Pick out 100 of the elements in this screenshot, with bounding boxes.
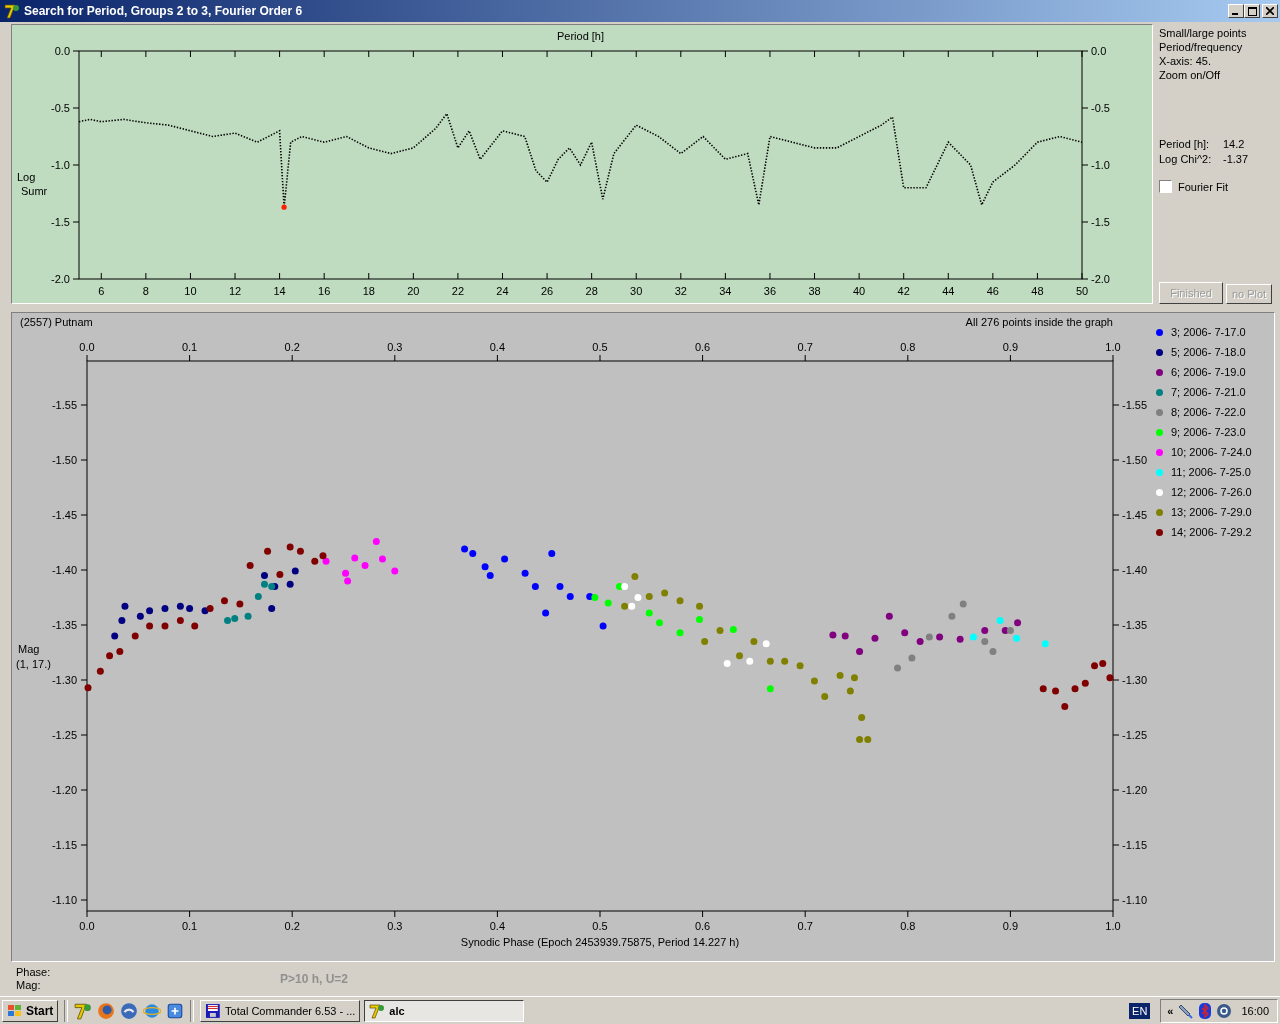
axis-tick-label: -1.15 [1122, 839, 1148, 851]
axis-tick-label: 1.0 [1105, 920, 1121, 932]
axis-tick-label: 0.9 [1002, 341, 1019, 353]
axis-tick-label: -1.0 [51, 159, 70, 171]
axis-tick-label: 14 [273, 285, 286, 297]
axis-tick-label: 12 [228, 285, 242, 297]
legend-label: 12; 2006- 7-26.0 [1171, 486, 1252, 498]
axis-tick-label: 0.5 [592, 920, 608, 932]
axis-tick-label: 0.0 [1091, 45, 1107, 57]
axis-tick-label: 50 [1075, 285, 1089, 297]
chart-title: Period [h] [556, 30, 605, 42]
object-name: (2557) Putnam [20, 316, 93, 328]
axis-tick-label: 0.7 [797, 920, 813, 932]
axis-tick-label: 0.8 [900, 920, 916, 932]
axis-label: Mag (1, 17.) [16, 643, 51, 670]
axis-tick-label: -1.45 [1122, 509, 1148, 521]
axis-tick-label: -1.40 [51, 564, 77, 576]
legend-label: 7; 2006- 7-21.0 [1171, 386, 1246, 398]
axis-tick-label: -1.50 [1122, 454, 1148, 466]
legend-label: 8; 2006- 7-22.0 [1171, 406, 1246, 418]
phase-label: Phase: [16, 966, 52, 979]
axis-tick-label: 48 [1031, 285, 1044, 297]
axis-tick-label: 0.6 [694, 920, 711, 932]
axis-tick-label: -0.5 [51, 102, 70, 114]
axis-tick-label: 28 [585, 285, 598, 297]
axis-tick-label: 0.6 [694, 341, 711, 353]
axis-tick-label: -1.30 [1122, 674, 1148, 686]
readout-value: -1.37 [1223, 152, 1249, 167]
axis-tick-label: -1.35 [51, 619, 77, 631]
axis-tick-label: -1.35 [1122, 619, 1148, 631]
axis-tick-label: 0.4 [489, 920, 506, 932]
axis-tick-label: -1.10 [1122, 894, 1148, 906]
legend-label: 6; 2006- 7-19.0 [1171, 366, 1246, 378]
axis-tick-label: -1.10 [51, 894, 77, 906]
axis-tick-label: -1.45 [51, 509, 77, 521]
axis-tick-label: -1.25 [1122, 729, 1148, 741]
window-title: Search for Period, Groups 2 to 3, Fourier Order 6 [24, 4, 303, 18]
legend-label: 9; 2006- 7-23.0 [1171, 426, 1246, 438]
legend-label: 11; 2006- 7-25.0 [1171, 466, 1251, 478]
axis-tick-label: -1.50 [51, 454, 77, 466]
axis-tick-label: -1.5 [1091, 216, 1110, 228]
axis-tick-label: 18 [362, 285, 375, 297]
axis-tick-label: -1.40 [1122, 564, 1148, 576]
axis-tick-label: -1.5 [51, 216, 70, 228]
legend-label: 14; 2006- 7-29.2 [1171, 526, 1252, 538]
axis-tick-label: 6 [98, 285, 105, 297]
axis-tick-label: 42 [897, 285, 910, 297]
axis-tick-label: 0.2 [284, 341, 300, 353]
axis-tick-label: 38 [808, 285, 821, 297]
axis-tick-label: 10 [184, 285, 197, 297]
axis-tick-label: -2.0 [1091, 273, 1110, 285]
axis-tick-label: 46 [986, 285, 999, 297]
axis-tick-label: 36 [763, 285, 777, 297]
readout-label: Log Chi^2: [1159, 152, 1213, 167]
axis-tick-label: 0.0 [54, 45, 70, 57]
axis-tick-label: 0.0 [79, 920, 95, 932]
legend-label: 13; 2006- 7-29.0 [1171, 506, 1252, 518]
axis-tick-label: 30 [630, 285, 643, 297]
axis-tick-label: 26 [540, 285, 554, 297]
axis-tick-label: -1.20 [51, 784, 77, 796]
legend-label: 5; 2006- 7-18.0 [1171, 346, 1246, 358]
axis-tick-label: 8 [142, 285, 149, 297]
axis-tick-label: -1.15 [51, 839, 77, 851]
axis-tick-label: 0.9 [1002, 920, 1019, 932]
axis-tick-label: -1.55 [51, 399, 77, 411]
axis-tick-label: 32 [674, 285, 687, 297]
axis-tick-label: 34 [719, 285, 732, 297]
axis-tick-label: 0.7 [797, 341, 813, 353]
axis-tick-label: 0.8 [900, 341, 916, 353]
points-note: All 276 points inside the graph [965, 316, 1113, 328]
legend-label: 10; 2006- 7-24.0 [1171, 446, 1252, 458]
axis-tick-label: -1.30 [51, 674, 77, 686]
axis-tick-label: 1.0 [1105, 341, 1121, 353]
axis-tick-label: 0.5 [592, 341, 608, 353]
readout-label: Period [h]: [1159, 137, 1211, 152]
axis-tick-label: 0.4 [489, 341, 506, 353]
axis-tick-label: -1.55 [1122, 399, 1148, 411]
readout-value: 14.2 [1223, 137, 1245, 152]
axis-tick-label: 0.1 [181, 920, 198, 932]
axis-tick-label: -1.25 [51, 729, 77, 741]
axis-tick-label: 22 [451, 285, 465, 297]
axis-tick-label: -2.0 [51, 273, 70, 285]
axis-tick-label: 0.2 [284, 920, 300, 932]
axis-tick-label: -1.20 [1122, 784, 1148, 796]
axis-tick-label: 0.3 [387, 920, 403, 932]
axis-tick-label: 16 [318, 285, 331, 297]
axis-tick-label: 0.0 [79, 341, 95, 353]
status-hint: P>10 h, U=2 [280, 972, 349, 986]
clock: 16:00 [1241, 1004, 1269, 1017]
axis-tick-label: 20 [407, 285, 420, 297]
axis-tick-label: -0.5 [1091, 102, 1110, 114]
axis-tick-label: 0.1 [181, 341, 198, 353]
axis-tick-label: 24 [496, 285, 509, 297]
axis-label: Synodic Phase (Epoch 2453939.75875, Period 14.227 h) [460, 936, 740, 948]
mag-label: Mag: [16, 979, 42, 992]
axis-tick-label: 0.3 [387, 341, 403, 353]
axis-tick-label: 40 [853, 285, 866, 297]
axis-label: Log Sumr [17, 171, 48, 197]
axis-tick-label: 44 [942, 285, 955, 297]
axis-tick-label: -1.0 [1091, 159, 1110, 171]
